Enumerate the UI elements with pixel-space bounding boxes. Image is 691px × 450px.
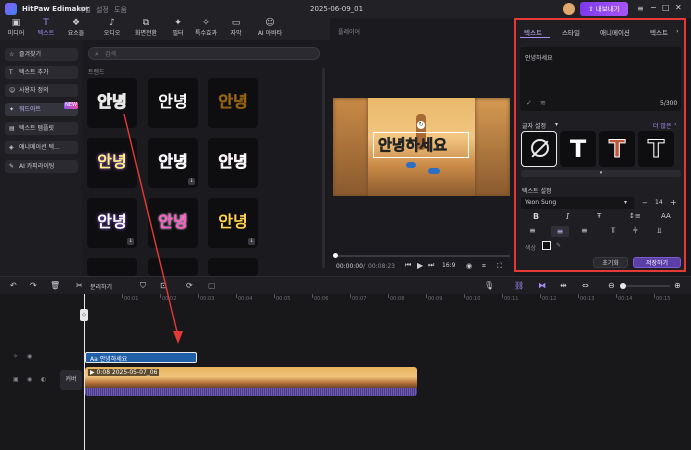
app-window: HitPaw Edimakor 파일 설정 도움 2025-06-09_01 ⇪… xyxy=(0,0,691,450)
annotation-arrow xyxy=(123,113,183,344)
